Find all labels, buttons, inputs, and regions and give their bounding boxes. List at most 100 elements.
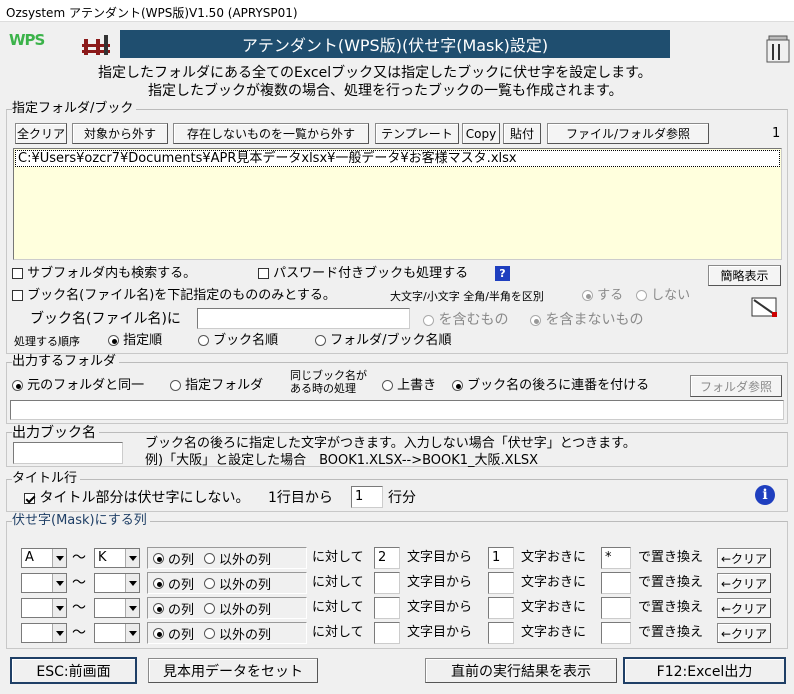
info-icon[interactable]: i: [755, 485, 775, 505]
order-bookname-option[interactable]: ブック名順: [198, 333, 278, 349]
chevron-down-icon[interactable]: [125, 549, 139, 567]
subfolder-checkbox[interactable]: [12, 268, 23, 279]
chevron-down-icon[interactable]: [52, 574, 66, 592]
mask-row-clear-button[interactable]: ←クリア: [717, 573, 771, 593]
mask-interval-input[interactable]: 1: [488, 547, 514, 569]
col-except-radio[interactable]: [204, 627, 216, 639]
mask-char-input[interactable]: [601, 572, 631, 594]
mask-char-input[interactable]: *: [601, 547, 631, 569]
mask-from-col-select[interactable]: [21, 573, 67, 593]
mask-row-clear-button[interactable]: ←クリア: [717, 598, 771, 618]
specified-folder-radio[interactable]: [170, 380, 181, 391]
show-last-result-button[interactable]: 直前の実行結果を表示: [425, 658, 617, 683]
order-folder-bookname-radio[interactable]: [315, 335, 326, 346]
same-folder-option[interactable]: 元のフォルダと同一: [12, 378, 144, 394]
simple-view-button[interactable]: 簡略表示: [708, 265, 781, 286]
order-bookname-radio[interactable]: [198, 335, 209, 346]
col-except-radio[interactable]: [204, 602, 216, 614]
mask-to-col-select[interactable]: [94, 573, 140, 593]
password-checkbox[interactable]: [258, 268, 269, 279]
subfolder-option[interactable]: サブフォルダ内も検索する。: [12, 266, 196, 282]
case-no-radio[interactable]: [636, 290, 647, 301]
chevron-down-icon[interactable]: [125, 599, 139, 617]
not-contains-option[interactable]: を含まないもの: [530, 312, 643, 328]
remove-nonexistent-button[interactable]: 存在しないものを一覧から外す: [173, 123, 369, 144]
mask-from-col-select[interactable]: [21, 623, 67, 643]
chevron-down-icon[interactable]: [125, 574, 139, 592]
mask-to-col-select[interactable]: K: [94, 548, 140, 568]
order-specified-radio[interactable]: [108, 335, 119, 346]
output-book-input[interactable]: [13, 442, 123, 464]
mask-to-col-select[interactable]: [94, 598, 140, 618]
window-titlebar: Ozsystem アテンダント(WPS版)V1.50 (APRYSP01): [0, 0, 794, 22]
same-name-label-2: ある時の処理: [290, 382, 356, 395]
title-row-checkbox[interactable]: [24, 492, 35, 504]
output-folder-path-input[interactable]: [10, 400, 784, 420]
mask-interval-input[interactable]: [488, 622, 514, 644]
chevron-down-icon[interactable]: [52, 549, 66, 567]
mask-row-clear-button[interactable]: ←クリア: [717, 623, 771, 643]
col-except-radio[interactable]: [204, 577, 216, 589]
list-item[interactable]: C:¥Users¥ozcr7¥Documents¥APR見本データxlsx¥一般…: [15, 150, 780, 167]
mask-from-col-select[interactable]: A: [21, 548, 67, 568]
file-list[interactable]: C:¥Users¥ozcr7¥Documents¥APR見本データxlsx¥一般…: [13, 148, 782, 260]
case-yes-radio[interactable]: [582, 290, 593, 301]
copy-button[interactable]: Copy: [462, 123, 500, 144]
mask-to-col-select[interactable]: [94, 623, 140, 643]
mask-row-clear-button[interactable]: ←クリア: [717, 548, 771, 568]
template-button[interactable]: テンプレート: [375, 123, 459, 144]
title-rows-unit: 行分: [388, 490, 416, 506]
f12-excel-output-button[interactable]: F12:Excel出力: [623, 657, 786, 684]
append-seq-option[interactable]: ブック名の後ろに連番を付ける: [452, 378, 649, 394]
mask-start-input[interactable]: [374, 622, 400, 644]
contains-option[interactable]: を含むもの: [423, 312, 508, 328]
case-no-option[interactable]: しない: [636, 288, 690, 304]
bookname-input[interactable]: [197, 308, 410, 329]
clear-all-button[interactable]: 全クリア: [15, 123, 67, 144]
file-folder-browse-button[interactable]: ファイル/フォルダ参照: [547, 123, 709, 144]
same-folder-radio[interactable]: [12, 380, 23, 391]
clip-icon[interactable]: [765, 26, 791, 66]
mask-interval-input[interactable]: [488, 572, 514, 594]
same-name-label-1: 同じブック名が: [290, 369, 367, 382]
order-specified-option[interactable]: 指定順: [108, 333, 162, 349]
mask-tilde: ～: [72, 625, 86, 641]
folder-browse-button[interactable]: フォルダ参照: [690, 375, 782, 397]
specified-folder-option[interactable]: 指定フォルダ: [170, 378, 263, 394]
remove-from-target-button[interactable]: 対象から外す: [72, 123, 168, 144]
mask-start-input[interactable]: 2: [374, 547, 400, 569]
mask-col-mode-group: の列 以外の列: [147, 572, 307, 594]
mask-start-input[interactable]: [374, 597, 400, 619]
mask-from-col-select[interactable]: [21, 598, 67, 618]
esc-back-button[interactable]: ESC:前画面: [10, 657, 137, 684]
overwrite-option[interactable]: 上書き: [382, 378, 436, 394]
col-of-radio[interactable]: [153, 552, 164, 564]
col-except-radio[interactable]: [204, 552, 216, 564]
overwrite-radio[interactable]: [382, 380, 393, 391]
col-of-radio[interactable]: [153, 627, 164, 639]
chevron-down-icon[interactable]: [52, 624, 66, 642]
not-contains-radio[interactable]: [530, 314, 541, 326]
bookname-only-option[interactable]: ブック名(ファイル名)を下記指定のもののみとする。: [12, 288, 336, 304]
case-yes-option[interactable]: する: [582, 288, 623, 304]
edit-icon[interactable]: [750, 292, 780, 320]
title-row-option[interactable]: タイトル部分は伏せ字にしない。: [24, 490, 249, 506]
title-rows-input[interactable]: 1: [351, 486, 383, 508]
col-of-radio[interactable]: [153, 577, 164, 589]
contains-radio[interactable]: [423, 314, 434, 326]
password-option[interactable]: パスワード付きブックも処理する: [258, 266, 468, 282]
col-of-radio[interactable]: [153, 602, 164, 614]
chevron-down-icon[interactable]: [52, 599, 66, 617]
set-sample-data-button[interactable]: 見本用データをセット: [148, 658, 318, 683]
paste-button[interactable]: 貼付: [503, 123, 541, 144]
mask-interval-input[interactable]: [488, 597, 514, 619]
title-row-legend: タイトル行: [12, 471, 81, 487]
help-icon[interactable]: ?: [495, 266, 510, 281]
chevron-down-icon[interactable]: [125, 624, 139, 642]
mask-start-input[interactable]: [374, 572, 400, 594]
mask-char-input[interactable]: [601, 597, 631, 619]
bookname-only-checkbox[interactable]: [12, 290, 23, 301]
append-seq-radio[interactable]: [452, 380, 463, 391]
order-folder-bookname-option[interactable]: フォルダ/ブック名順: [315, 333, 452, 349]
mask-char-input[interactable]: [601, 622, 631, 644]
